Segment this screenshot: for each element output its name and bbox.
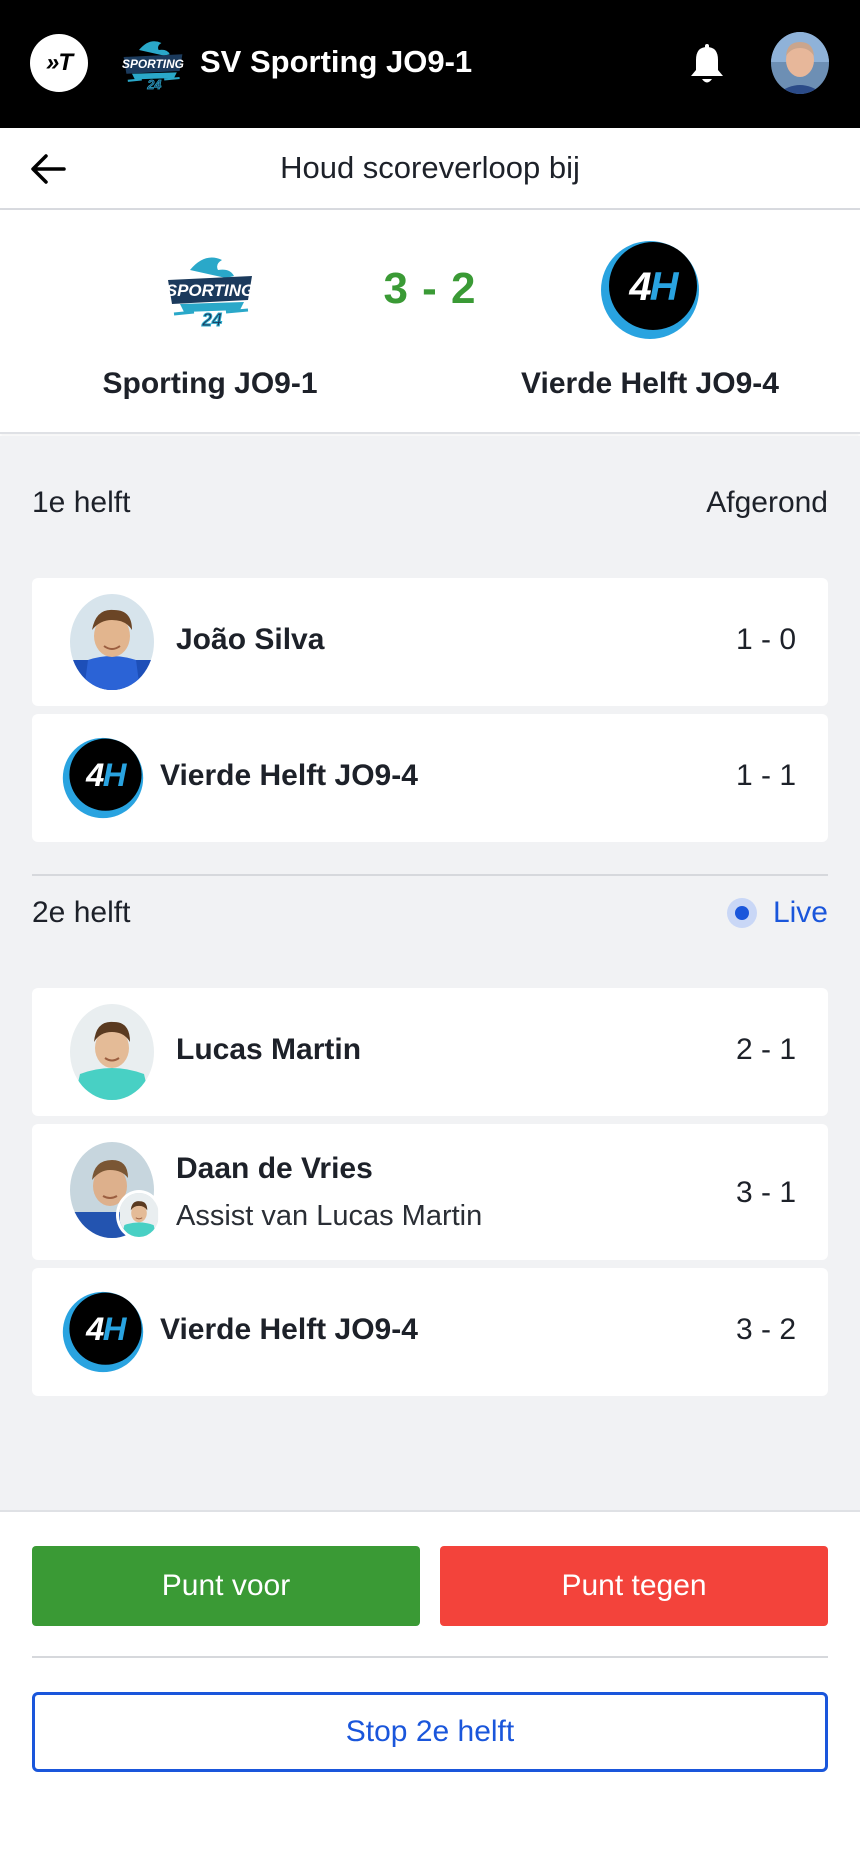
away-team-name: Vierde Helft JO9-4 (521, 367, 779, 400)
opponent-logo-icon (62, 737, 144, 819)
half-header-1: 1e helft Afgerond (32, 486, 828, 520)
opponent-logo-icon (62, 1291, 144, 1373)
point-for-button[interactable]: Punt voor (32, 1546, 420, 1626)
player-avatar (70, 594, 154, 690)
stop-half-button[interactable]: Stop 2e helft (32, 1692, 828, 1772)
half-status: Afgerond (706, 486, 828, 519)
user-avatar[interactable] (771, 32, 829, 94)
event-team-name: Vierde Helft JO9-4 (160, 1313, 418, 1346)
top-bar: »T SV Sporting JO9-1 (0, 0, 860, 128)
event-player-name: Lucas Martin (176, 1033, 362, 1066)
list-item[interactable]: Vierde Helft JO9-4 1 - 1 (32, 714, 828, 842)
event-assist: Assist van Lucas Martin (176, 1200, 483, 1232)
half-label: 1e helft (32, 486, 131, 519)
divider (32, 1656, 828, 1658)
action-bar: Punt voor Punt tegen Stop 2e helft (0, 1510, 860, 1864)
event-score: 3 - 1 (735, 1176, 796, 1209)
club-title[interactable]: SV Sporting JO9-1 (200, 44, 472, 80)
club-logo-icon (118, 36, 188, 92)
half-header-2: 2e helft Live (32, 896, 828, 930)
list-item[interactable]: Lucas Martin 2 - 1 (32, 988, 828, 1116)
list-item[interactable]: João Silva 1 - 0 (32, 578, 828, 706)
score-timeline: 1e helft Afgerond João Silva 1 - 0 Vierd… (0, 436, 860, 1510)
list-item[interactable]: Vierde Helft JO9-4 3 - 2 (32, 1268, 828, 1396)
page-title: Houd scoreverloop bij (280, 150, 580, 185)
app-logo[interactable]: »T (30, 34, 88, 92)
event-score: 2 - 1 (735, 1033, 796, 1066)
list-item[interactable]: Daan de Vries Assist van Lucas Martin 3 … (32, 1124, 828, 1260)
event-team-name: Vierde Helft JO9-4 (160, 759, 418, 792)
point-against-button[interactable]: Punt tegen (440, 1546, 828, 1626)
away-team: Vierde Helft JO9-4 (500, 240, 800, 401)
half-status: Live (772, 896, 828, 929)
scoreboard: Sporting JO9-1 3 - 2 Vierde Helft JO9-4 (0, 210, 860, 434)
event-score: 3 - 2 (735, 1313, 796, 1346)
assist-player-avatar (116, 1190, 162, 1240)
event-player-name: Daan de Vries (176, 1152, 373, 1185)
away-team-logo-icon (600, 240, 700, 340)
player-avatar (70, 1004, 154, 1100)
event-score: 1 - 0 (735, 623, 796, 656)
live-status: Live (726, 896, 828, 930)
event-score: 1 - 1 (735, 759, 796, 792)
half-label: 2e helft (32, 896, 131, 929)
home-team: Sporting JO9-1 (60, 240, 360, 401)
page-header: Houd scoreverloop bij (0, 128, 860, 210)
home-team-name: Sporting JO9-1 (102, 367, 318, 400)
home-team-logo-icon (160, 240, 260, 340)
bell-icon[interactable] (688, 44, 726, 86)
divider (32, 874, 828, 876)
event-player-name: João Silva (176, 623, 325, 656)
live-dot-icon (726, 898, 757, 928)
